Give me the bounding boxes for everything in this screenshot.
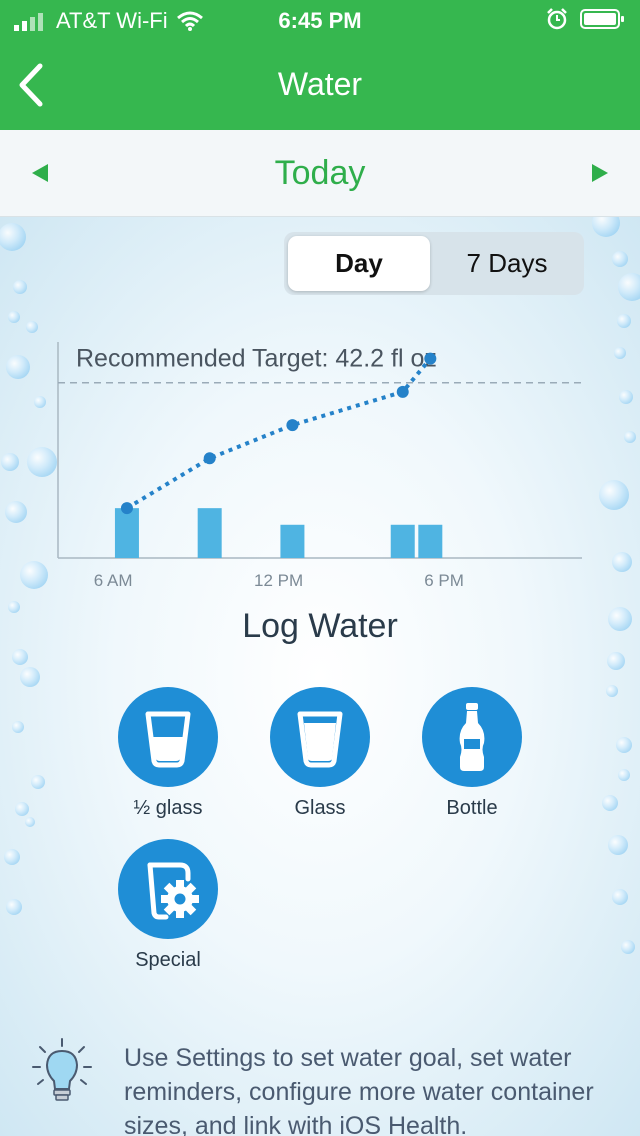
half-glass-label: ½ glass (133, 797, 203, 819)
bubble (617, 314, 631, 328)
bubble (602, 795, 618, 811)
bubble (15, 802, 29, 816)
bubble (612, 889, 628, 905)
glass-button[interactable]: Glass (250, 687, 390, 820)
bubble (20, 667, 40, 687)
page-title: Water (277, 66, 363, 102)
glass-label: Glass (294, 797, 346, 819)
main-content: Day 7 Days Recommended Target: 42.2 fl o… (0, 217, 640, 1136)
bubble (621, 940, 635, 954)
target-label: Recommended Target: 42.2 fl oz (76, 345, 437, 373)
lightbulb-icon (32, 1038, 92, 1101)
glass-circle[interactable] (270, 687, 370, 787)
bubble (4, 849, 20, 865)
status-time: 6:45 PM (278, 8, 362, 33)
status-right-group (546, 8, 626, 30)
range-segmented-control: Day 7 Days (284, 232, 584, 295)
bubble (26, 321, 38, 333)
bubble (8, 311, 20, 323)
chart-bar-4 (418, 524, 443, 558)
special-label: Special (135, 949, 201, 971)
bubble (607, 652, 625, 670)
cumulative-point-2 (286, 419, 299, 432)
cumulative-point-0 (120, 502, 133, 515)
x-tick-label-0: 6 AM (94, 571, 133, 587)
next-day-button[interactable] (590, 162, 610, 189)
cumulative-point-1 (203, 452, 216, 465)
segment-day[interactable]: Day (288, 236, 430, 291)
status-bar: AT&T Wi-Fi 6:45 PM (0, 0, 640, 40)
bottle-icon (459, 703, 485, 771)
special-button[interactable]: Special (98, 839, 238, 972)
special-circle[interactable] (118, 839, 218, 939)
glass-icon (297, 711, 343, 768)
bubble (31, 775, 45, 789)
bubble (616, 737, 632, 753)
half-glass-circle[interactable] (118, 687, 218, 787)
bottle-label: Bottle (446, 797, 498, 819)
bottle-button[interactable]: Bottle (402, 687, 542, 820)
chart-bar-2 (280, 524, 305, 558)
bubble (608, 835, 628, 855)
cumulative-point-3 (396, 385, 409, 398)
x-tick-label-2: 6 PM (424, 571, 464, 587)
bubble (0, 223, 26, 251)
half-glass-button[interactable]: ½ glass (98, 687, 238, 820)
alarm-icon (547, 8, 567, 30)
bottle-circle[interactable] (422, 687, 522, 787)
bubble (612, 251, 628, 267)
segment-7-days[interactable]: 7 Days (434, 236, 580, 291)
log-water-title: Log Water (242, 607, 398, 645)
bubble (25, 817, 35, 827)
date-navigator: Today (0, 130, 640, 217)
chart-bar-0 (114, 508, 139, 558)
special-settings-icon (147, 862, 199, 920)
bubble (592, 217, 620, 237)
bubble (12, 721, 24, 733)
bubble (606, 685, 618, 697)
bubble (6, 899, 22, 915)
battery-icon (580, 9, 624, 29)
cumulative-line (125, 357, 432, 510)
bubble (618, 273, 640, 301)
x-tick-label-1: 12 PM (254, 571, 303, 587)
navigation-bar: Water (0, 40, 640, 130)
bubble (618, 769, 630, 781)
water-intake-chart: Recommended Target: 42.2 fl oz 6 AM 12 PM… (57, 342, 582, 587)
cumulative-point-4 (424, 352, 437, 365)
half-glass-icon (145, 711, 191, 768)
chart-bar-1 (197, 508, 222, 558)
chart-bar-3 (390, 524, 415, 558)
triangle-right-icon (592, 164, 608, 182)
bubble (12, 649, 28, 665)
date-label: Today (274, 154, 366, 192)
bubble (13, 280, 27, 294)
tip-text: Use Settings to set water goal, set wate… (124, 1044, 594, 1136)
